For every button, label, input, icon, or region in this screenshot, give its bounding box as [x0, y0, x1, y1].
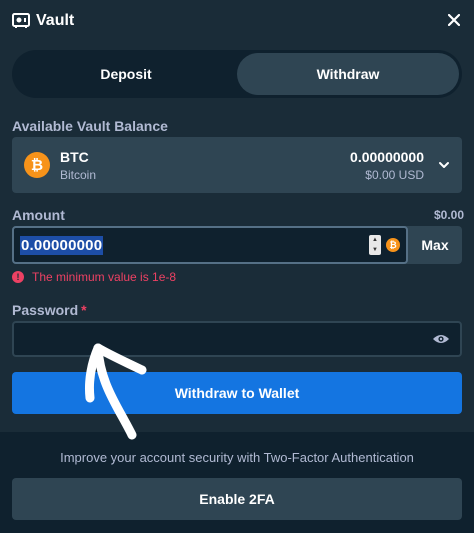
tab-withdraw[interactable]: Withdraw [237, 53, 459, 95]
eye-icon[interactable] [432, 333, 450, 345]
withdraw-to-wallet-button[interactable]: Withdraw to Wallet [12, 372, 462, 414]
modal-header: Vault [0, 0, 474, 42]
balance-usd: $0.00 USD [365, 167, 424, 182]
amount-row: 0.00000000 ▲ ▼ ₿ Max [12, 226, 462, 264]
security-text: Improve your account security with Two-F… [60, 450, 414, 465]
chevron-down-icon [438, 159, 450, 171]
coin-code: BTC [60, 148, 89, 165]
error-icon: ! [12, 271, 24, 283]
vault-icon [12, 13, 30, 29]
password-label-text: Password [12, 302, 79, 318]
bitcoin-icon: ₿ [386, 238, 400, 252]
error-message: ! The minimum value is 1e-8 [12, 270, 176, 284]
error-text: The minimum value is 1e-8 [32, 270, 177, 284]
amount-usd-value: $0.00 [433, 208, 464, 222]
password-label: Password * [12, 302, 87, 318]
amount-input-value[interactable]: 0.00000000 [20, 235, 104, 255]
balance-label: Available Vault Balance [12, 118, 168, 134]
required-mark: * [81, 302, 87, 318]
tab-bar: Deposit Withdraw [12, 50, 462, 98]
modal-title: Vault [36, 12, 75, 29]
amount-label: Amount [12, 207, 65, 223]
amount-input[interactable]: 0.00000000 ▲ ▼ ₿ [12, 226, 408, 264]
coin-name: Bitcoin [60, 167, 97, 182]
password-field[interactable] [12, 321, 462, 357]
security-footer: Improve your account security with Two-F… [0, 432, 474, 533]
currency-selector[interactable]: ₿ BTC Bitcoin 0.00000000 $0.00 USD [12, 137, 462, 193]
stepper-icon[interactable]: ▲ ▼ [369, 235, 381, 255]
bitcoin-icon: ₿ [24, 152, 50, 178]
max-button[interactable]: Max [408, 226, 462, 264]
enable-2fa-button[interactable]: Enable 2FA [12, 478, 462, 520]
balance-amount: 0.00000000 [350, 148, 424, 165]
tab-deposit[interactable]: Deposit [15, 53, 237, 95]
close-icon[interactable] [446, 12, 462, 28]
